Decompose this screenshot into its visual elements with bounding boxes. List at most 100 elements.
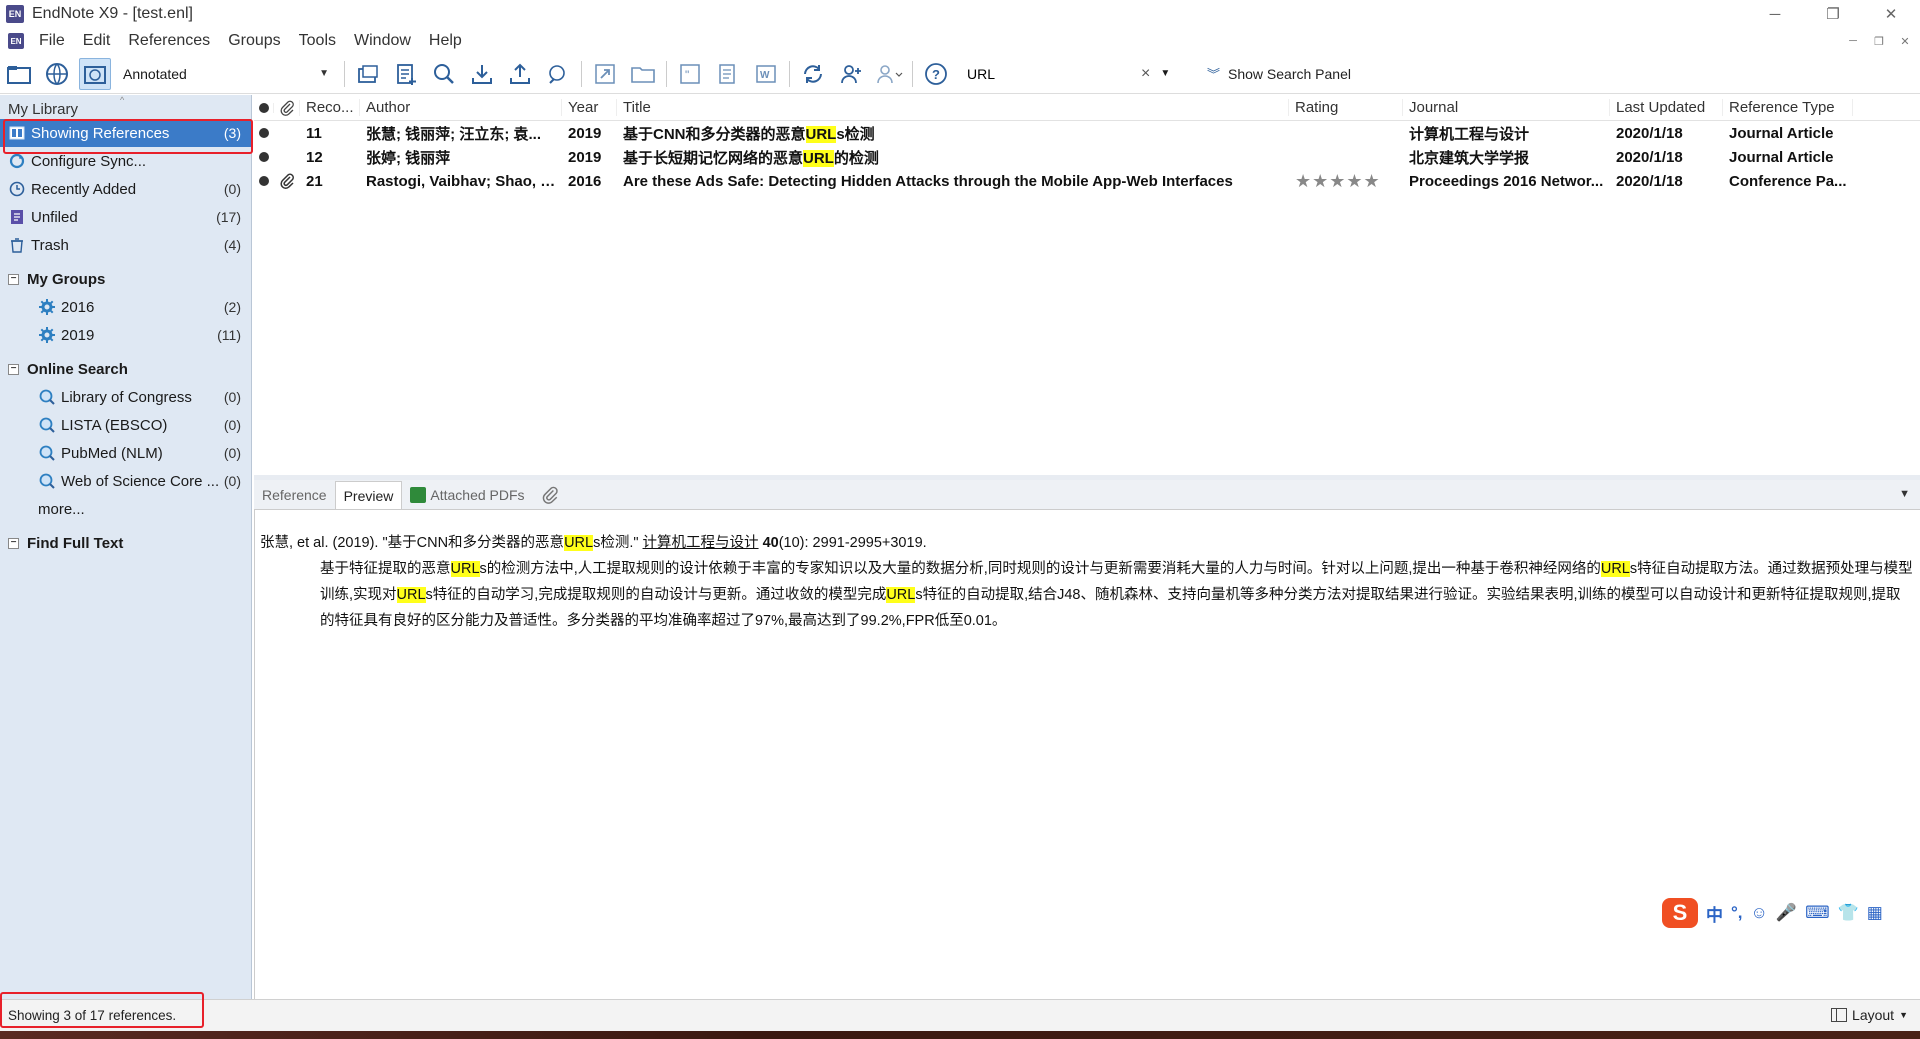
close-button[interactable]: ✕ xyxy=(1862,0,1920,28)
journal-cell: Proceedings 2016 Networ... xyxy=(1409,172,1604,190)
help-icon[interactable]: ? xyxy=(920,58,952,90)
local-library-mode-icon[interactable] xyxy=(3,58,35,90)
new-reference-icon[interactable] xyxy=(390,58,422,90)
copy-to-library-icon[interactable] xyxy=(352,58,384,90)
group-2016[interactable]: 2016 (2) xyxy=(0,293,251,321)
clear-search-icon[interactable]: × xyxy=(1141,65,1150,83)
search-options-chevron-icon[interactable]: ▼ xyxy=(1160,68,1170,79)
doc-close-button[interactable]: ✕ xyxy=(1894,32,1916,50)
my-groups-header[interactable]: − My Groups xyxy=(0,265,251,293)
menu-help[interactable]: Help xyxy=(420,32,471,50)
collapse-icon[interactable]: − xyxy=(8,537,19,549)
ime-toolbox-icon[interactable]: ▦ xyxy=(1867,903,1883,923)
tab-attached-pdfs[interactable]: Attached PDFs xyxy=(402,481,532,509)
restore-button[interactable]: ❐ xyxy=(1804,0,1862,28)
share-library-icon[interactable] xyxy=(835,58,867,90)
find-full-text-icon[interactable] xyxy=(542,58,574,90)
menu-references[interactable]: References xyxy=(119,32,219,50)
word-icon[interactable]: W xyxy=(750,58,782,90)
document-icon[interactable]: EN xyxy=(8,33,24,49)
group-label: PubMed (NLM) xyxy=(61,444,163,462)
attach-file-button[interactable] xyxy=(533,481,567,509)
menu-file[interactable]: File xyxy=(30,32,74,50)
attachment-cell[interactable] xyxy=(274,173,300,189)
group-unfiled[interactable]: Unfiled (17) xyxy=(0,203,251,231)
table-row[interactable]: 11 张慧; 钱丽萍; 汪立东; 袁... 2019 基于CNN和多分类器的恶意… xyxy=(254,121,1920,145)
main-toolbar: Annotated ▼ " W ? URL × ▼ ︾ Show Search … xyxy=(0,54,1920,94)
group-2019[interactable]: 2019 (11) xyxy=(0,321,251,349)
quick-search-input[interactable] xyxy=(967,65,1137,82)
doc-minimize-button[interactable]: ─ xyxy=(1842,32,1864,50)
group-trash[interactable]: Trash (4) xyxy=(0,231,251,259)
menu-tools[interactable]: Tools xyxy=(290,32,345,50)
search-highlight: URL xyxy=(450,561,480,577)
format-bibliography-icon[interactable] xyxy=(712,58,744,90)
attachment-column-header[interactable] xyxy=(274,99,300,116)
layout-button[interactable]: Layout ▼ xyxy=(1831,1007,1908,1023)
online-search-icon[interactable] xyxy=(428,58,460,90)
online-search-header[interactable]: − Online Search xyxy=(0,355,251,383)
online-search-mode-icon[interactable] xyxy=(41,58,73,90)
collapse-icon[interactable]: − xyxy=(8,363,19,375)
tab-reference[interactable]: Reference xyxy=(254,481,335,509)
ime-punctuation-icon[interactable]: °, xyxy=(1731,903,1743,923)
sogou-logo-icon[interactable]: S xyxy=(1662,898,1698,928)
ime-microphone-icon[interactable]: 🎤 xyxy=(1776,903,1797,923)
ime-keyboard-icon[interactable]: ⌨ xyxy=(1805,903,1830,923)
integrated-library-mode-icon[interactable] xyxy=(79,57,111,90)
more-online-sources-link[interactable]: more... xyxy=(0,495,251,523)
ime-skin-icon[interactable]: 👕 xyxy=(1838,903,1859,923)
table-row[interactable]: 12 张婷; 钱丽萍 2019 基于长短期记忆网络的恶意URL的检测 北京建筑大… xyxy=(254,145,1920,169)
paperclip-icon xyxy=(280,173,294,189)
ime-emoji-icon[interactable]: ☺ xyxy=(1751,903,1768,923)
author-cell: Rastogi, Vaibhav; Shao, R... xyxy=(366,172,562,190)
group-recently-added[interactable]: Recently Added (0) xyxy=(0,175,251,203)
search-highlight: URL xyxy=(1600,561,1630,577)
my-library-header[interactable]: My Library ^ xyxy=(0,95,251,119)
menu-window[interactable]: Window xyxy=(345,32,420,50)
rating-stars[interactable]: ★★★★★ xyxy=(1289,171,1403,192)
ime-chinese-mode[interactable]: 中 xyxy=(1706,901,1723,926)
preview-tab-bar: Reference Preview Attached PDFs ▼ xyxy=(254,480,1920,510)
online-web-of-science[interactable]: Web of Science Core ... (0) xyxy=(0,467,251,495)
rating-column-header[interactable]: Rating xyxy=(1289,99,1403,116)
year-column-header[interactable]: Year xyxy=(562,99,617,116)
collapse-icon[interactable]: − xyxy=(8,273,19,285)
read-status-column-header[interactable] xyxy=(254,102,274,113)
minimize-button[interactable]: ─ xyxy=(1746,0,1804,28)
menu-edit[interactable]: Edit xyxy=(74,32,120,50)
unread-indicator xyxy=(254,152,274,162)
window-title: EndNote X9 - [test.enl] xyxy=(32,5,193,22)
group-label: 2016 xyxy=(61,298,95,316)
show-search-panel-button[interactable]: ︾ Show Search Panel xyxy=(1207,64,1351,83)
find-full-text-header[interactable]: − Find Full Text xyxy=(0,529,251,557)
author-column-header[interactable]: Author xyxy=(360,99,562,116)
record-column-header[interactable]: Reco... xyxy=(300,99,360,116)
insert-citation-icon[interactable]: " xyxy=(674,58,706,90)
online-lista-ebsco[interactable]: LISTA (EBSCO) (0) xyxy=(0,411,251,439)
last-updated-column-header[interactable]: Last Updated xyxy=(1610,99,1723,116)
tab-preview[interactable]: Preview xyxy=(334,481,403,509)
online-library-of-congress[interactable]: Library of Congress (0) xyxy=(0,383,251,411)
sort-caret-icon: ^ xyxy=(120,95,125,105)
online-pubmed-nlm[interactable]: PubMed (NLM) (0) xyxy=(0,439,251,467)
annotation-box-selected-group xyxy=(3,119,253,154)
output-style-select[interactable]: Annotated ▼ xyxy=(118,60,334,87)
open-link-icon[interactable] xyxy=(589,58,621,90)
doc-restore-button[interactable]: ❐ xyxy=(1868,32,1890,50)
journal-column-header[interactable]: Journal xyxy=(1403,99,1610,116)
export-icon[interactable] xyxy=(504,58,536,90)
menu-groups[interactable]: Groups xyxy=(219,32,289,50)
record-cell: 21 xyxy=(306,172,323,190)
reference-type-column-header[interactable]: Reference Type xyxy=(1723,99,1853,116)
quick-search-box[interactable]: × ▼ xyxy=(963,61,1193,87)
formatted-citation: 张慧, et al. (2019). "基于CNN和多分类器的恶意URLs检测.… xyxy=(260,530,1914,556)
title-column-header[interactable]: Title xyxy=(617,99,1289,116)
table-row[interactable]: 21 Rastogi, Vaibhav; Shao, R... 2016 Are… xyxy=(254,169,1920,193)
group-sharing-icon[interactable] xyxy=(873,58,905,90)
sync-icon[interactable] xyxy=(797,58,829,90)
document-window-controls: ─ ❐ ✕ xyxy=(1842,32,1916,50)
open-file-icon[interactable] xyxy=(627,58,659,90)
import-icon[interactable] xyxy=(466,58,498,90)
panel-menu-chevron-icon[interactable]: ▼ xyxy=(1899,488,1910,500)
